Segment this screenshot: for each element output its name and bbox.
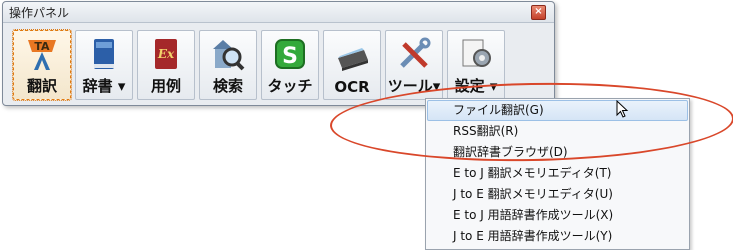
search-label: 検索 [212,77,243,95]
menu-item-jtoe-glossary-tool[interactable]: J to E 用語辞書作成ツール(Y) [426,226,689,247]
translate-label: 翻訳 [26,77,57,95]
examples-button[interactable]: Ex 用例 [137,30,195,100]
search-button[interactable]: 検索 [199,30,257,100]
close-button[interactable]: × [531,4,546,20]
dictionary-button[interactable]: 辞書 ▾ [75,30,133,100]
title-bar[interactable]: 操作パネル × [3,2,554,23]
menu-item-etoj-glossary-tool[interactable]: E to J 用語辞書作成ツール(X) [426,205,689,226]
dictionary-label: 辞書 ▾ [82,77,126,95]
tools-icon [400,37,431,68]
scanner-icon [338,48,368,71]
window-title: 操作パネル [9,5,70,20]
menu-item-etoj-memory-editor[interactable]: E to J 翻訳メモリエディタ(T) [426,163,689,184]
touch-s-icon: S [275,39,305,69]
ta-translate-icon: TA [28,40,56,70]
svg-text:TA: TA [34,40,50,53]
dictionary-book-icon [94,39,114,69]
translate-button[interactable]: TA 翻訳 [12,29,72,101]
svg-text:Ex: Ex [157,47,175,61]
settings-icon [462,39,491,67]
search-magnifier-icon [213,40,245,71]
example-book-icon: Ex [155,39,177,69]
ocr-label: OCR [334,78,370,96]
examples-label: 用例 [150,77,181,95]
touch-label: タッチ [267,77,313,95]
svg-text:S: S [282,44,298,69]
ocr-button[interactable]: OCR [323,30,381,100]
touch-button[interactable]: S タッチ [261,30,319,100]
menu-item-jtoe-memory-editor[interactable]: J to E 翻訳メモリエディタ(U) [426,184,689,205]
